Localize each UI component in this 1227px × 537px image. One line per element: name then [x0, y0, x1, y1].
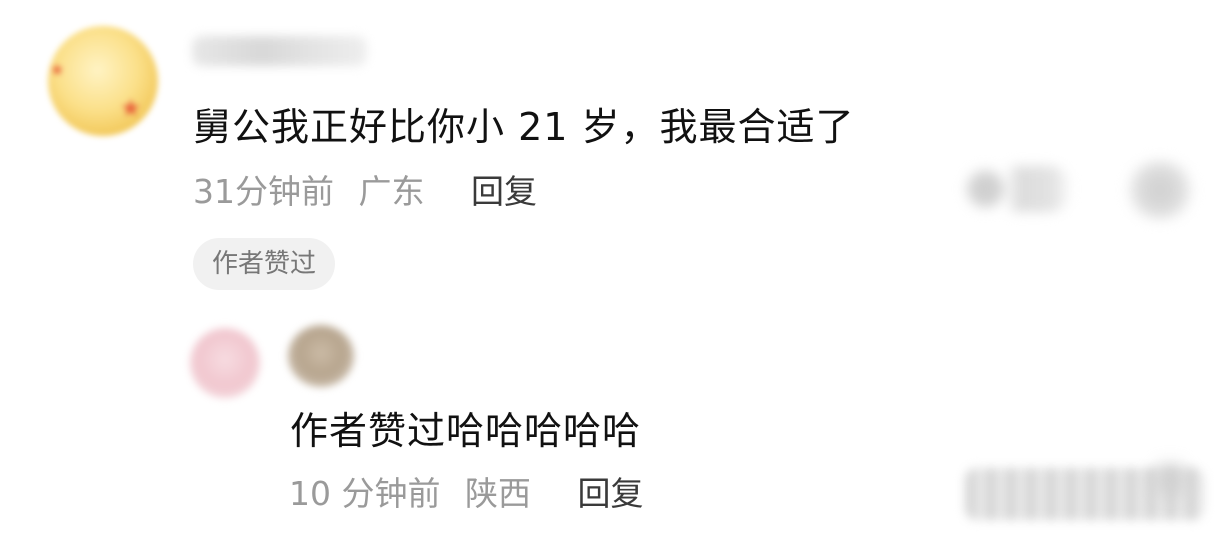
reply-reply-button[interactable]: 回复 [577, 474, 643, 513]
commenter-username-blurred[interactable] [192, 36, 367, 66]
reply-more-icon[interactable] [1140, 458, 1200, 502]
replier-avatar-secondary[interactable] [288, 325, 354, 387]
replier-avatar[interactable] [190, 328, 260, 398]
reply-location: 陕西 [464, 474, 531, 513]
commenter-avatar[interactable]: ★ ★ [48, 26, 158, 136]
comment-thread: ★ ★ 舅公我正好比你小 21 岁，我最合适了 31分钟前 广东 回复 作者赞过… [0, 0, 1227, 537]
reply-meta: 10 分钟前 陕西 回复 [289, 467, 643, 515]
comment-meta: 31分钟前 广东 回复 [193, 165, 537, 213]
comment-location: 广东 [358, 172, 425, 211]
comment-text: 舅公我正好比你小 21 岁，我最合适了 [193, 105, 855, 149]
author-liked-badge: 作者赞过 [193, 238, 336, 290]
star-icon: ★ [120, 94, 142, 122]
like-icon[interactable] [952, 166, 1072, 212]
comment-time: 31分钟前 [193, 172, 334, 211]
reply-button[interactable]: 回复 [471, 172, 537, 211]
star-icon: ★ [50, 60, 65, 79]
dislike-icon[interactable] [1125, 160, 1195, 220]
reply-text: 作者赞过哈哈哈哈哈 [290, 409, 642, 453]
reply-time: 10 分钟前 [289, 474, 441, 513]
